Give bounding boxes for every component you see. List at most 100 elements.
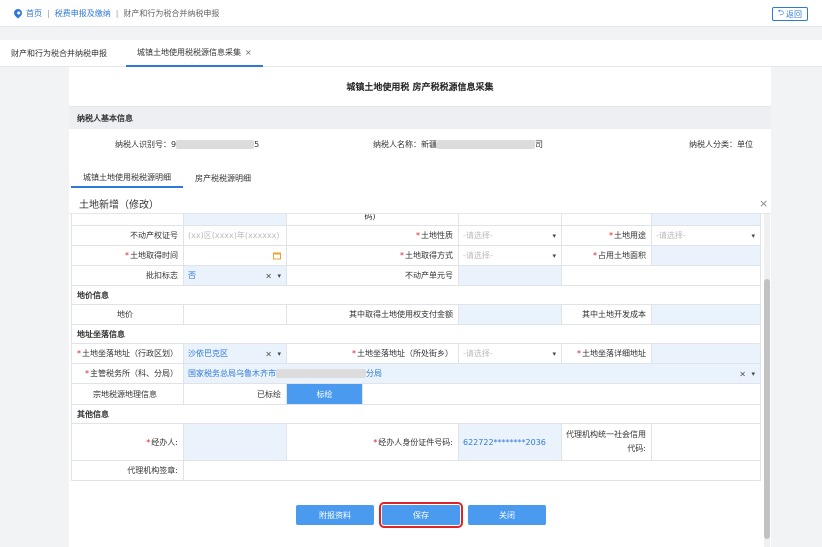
acquire-method-select[interactable]: -请选择- ▾	[459, 246, 562, 265]
breadcrumb-tax-link[interactable]: 税费申报及缴纳	[55, 8, 111, 19]
form-row: 不动产权证号 (xx)区(xxxx)年(xxxxxx) * 土地性质 -请选择- ▾…	[71, 226, 761, 246]
unit-no-input[interactable]	[459, 266, 562, 285]
tab-label: 财产和行为税合并纳税申报	[11, 49, 107, 58]
dialog-title: 土地新增（修改）	[69, 193, 771, 214]
tax-office-select[interactable]: 国家税务总局乌鲁木齐市 分局 × ▾	[184, 364, 761, 383]
attach-materials-button[interactable]: 附报资料	[296, 505, 374, 525]
tab-label: 城镇土地使用税税源信息采集	[137, 48, 241, 57]
use-right-amount-label: 其中取得土地使用权支付金额	[287, 305, 459, 324]
breadcrumb-separator: |	[47, 8, 50, 18]
detail-subtabs: 城镇土地使用税税源明细 房产税税源明细	[69, 168, 771, 188]
handler-id-label: * 经办人身份证件号码:	[287, 424, 459, 460]
use-right-amount-input[interactable]	[459, 305, 562, 324]
dev-cost-input[interactable]	[652, 305, 761, 324]
breadcrumb-home-link[interactable]: 首页	[26, 8, 42, 19]
batch-flag-select[interactable]: 否 × ▾	[184, 266, 287, 285]
location-pin-icon	[12, 7, 24, 19]
land-nature-label: * 土地性质	[287, 226, 459, 245]
page-tabs: 财产和行为税合并纳税申报 城镇土地使用税税源信息采集 ×	[0, 40, 822, 67]
detail-address-label: * 土地坐落详细地址	[562, 344, 652, 363]
chevron-down-icon: ▾	[552, 349, 556, 358]
agency-code-label: 代理机构统一社会信用 代码:	[562, 424, 652, 460]
empty-cell	[363, 384, 761, 404]
land-form: 码) 不动产权证号 (xx)区(xxxx)年(xxxxxx) * 土地性质 -请选…	[69, 214, 763, 547]
back-button-label: 返回	[786, 9, 802, 19]
group-address-info: 地址坐落信息	[71, 325, 761, 344]
handler-label: * 经办人:	[71, 424, 184, 460]
form-row: 地价 其中取得土地使用权支付金额 其中土地开发成本	[71, 305, 761, 325]
form-row: * 经办人: * 经办人身份证件号码: 622722********2036 代理机…	[71, 424, 761, 461]
cert-no-label: 不动产权证号	[71, 226, 184, 245]
subtab-land-tax-detail[interactable]: 城镇土地使用税税源明细	[71, 168, 183, 188]
chevron-down-icon: ▾	[552, 231, 556, 240]
close-button[interactable]: 关闭	[468, 505, 546, 525]
breadcrumb-separator: |	[115, 8, 119, 18]
form-row: 代理机构签章:	[71, 461, 761, 481]
redaction-mask	[276, 369, 366, 378]
field-value[interactable]	[652, 214, 761, 225]
land-area-input[interactable]	[652, 246, 761, 265]
chevron-down-icon: ▾	[277, 349, 281, 358]
breadcrumb-current: 财产和行为税合并纳税申报	[123, 8, 220, 18]
chevron-down-icon: ▾	[552, 251, 556, 260]
field-value[interactable]	[459, 214, 562, 225]
geo-status: 已标绘	[184, 384, 287, 404]
group-other-info: 其他信息	[71, 405, 761, 424]
tab-combined-declaration[interactable]: 财产和行为税合并纳税申报	[0, 40, 118, 67]
form-row: * 土地坐落地址（行政区划） 沙依巴克区 × ▾ * 土地坐落地址（所处街乡） -请选择…	[71, 344, 761, 364]
acquire-method-label: * 土地取得方式	[287, 246, 459, 265]
dialog-close-icon[interactable]: ×	[759, 197, 768, 210]
taxpayer-name: 纳税人名称：新疆司	[373, 140, 543, 149]
form-row: 批扣标志 否 × ▾ 不动产单元号	[71, 266, 761, 286]
taxpayer-type: 纳税人分类：单位	[689, 140, 753, 149]
form-scrollbar[interactable]	[764, 214, 770, 547]
unit-no-label: 不动产单元号	[287, 266, 459, 285]
back-button[interactable]: ⮌ 返回	[771, 7, 808, 21]
field-value[interactable]	[184, 214, 287, 225]
tab-close-icon[interactable]: ×	[245, 48, 252, 57]
form-row: * 土地取得时间 * 土地取得方式 -请选择- ▾ * 占用土地面积	[71, 246, 761, 266]
dev-cost-label: 其中土地开发成本	[562, 305, 652, 324]
acquire-time-label: * 土地取得时间	[71, 246, 184, 265]
tab-land-tax-collection[interactable]: 城镇土地使用税税源信息采集 ×	[126, 40, 263, 67]
agency-code-input[interactable]	[652, 424, 761, 460]
handler-input[interactable]	[184, 424, 287, 460]
plot-button[interactable]: 标绘	[287, 384, 363, 404]
land-use-label: * 土地用途	[562, 226, 652, 245]
district-select[interactable]: 沙依巴克区 × ▾	[184, 344, 287, 363]
page-title: 城镇土地使用税 房产税税源信息采集	[69, 67, 771, 107]
acquire-time-input[interactable]	[184, 246, 287, 265]
chevron-down-icon: ▾	[277, 271, 281, 280]
chevron-down-icon: ▾	[751, 231, 755, 240]
land-price-input[interactable]	[184, 305, 287, 324]
action-buttons: 附报资料 保存 关闭	[296, 502, 546, 528]
agency-seal-input[interactable]	[184, 461, 761, 480]
save-button[interactable]: 保存	[379, 502, 463, 528]
calendar-icon[interactable]	[273, 252, 281, 259]
group-price-info: 地价信息	[71, 286, 761, 305]
form-row: * 主管税务所（科、分局） 国家税务总局乌鲁木齐市 分局 × ▾	[71, 364, 761, 384]
taxpayer-info-row: 纳税人识别号：9 5 纳税人名称：新疆司 纳税人分类：单位	[69, 139, 771, 155]
clear-icon[interactable]: ×	[739, 369, 746, 378]
taxpayer-id: 纳税人识别号：9 5	[115, 140, 260, 149]
tax-office-label: * 主管税务所（科、分局）	[71, 364, 184, 383]
field-label	[71, 214, 184, 225]
batch-flag-label: 批扣标志	[71, 266, 184, 285]
clear-icon[interactable]: ×	[265, 271, 272, 280]
street-select[interactable]: -请选择- ▾	[459, 344, 562, 363]
handler-id-input[interactable]: 622722********2036	[459, 424, 562, 460]
clear-icon[interactable]: ×	[265, 349, 272, 358]
agency-seal-label: 代理机构签章:	[71, 461, 184, 480]
land-use-select[interactable]: -请选择- ▾	[652, 226, 761, 245]
detail-address-input[interactable]	[652, 344, 761, 363]
subtab-property-tax-detail[interactable]: 房产税税源明细	[183, 168, 263, 188]
field-label	[562, 214, 652, 225]
cert-no-input[interactable]: (xx)区(xxxx)年(xxxxxx)	[184, 226, 287, 245]
geo-info-label: 宗地税源地理信息	[71, 384, 184, 404]
form-row: 宗地税源地理信息 已标绘 标绘	[71, 384, 761, 405]
scrollbar-thumb[interactable]	[764, 279, 770, 539]
redaction-mask	[176, 140, 255, 149]
land-nature-select[interactable]: -请选择- ▾	[459, 226, 562, 245]
land-area-label: * 占用土地面积	[562, 246, 652, 265]
chevron-down-icon: ▾	[751, 369, 755, 378]
